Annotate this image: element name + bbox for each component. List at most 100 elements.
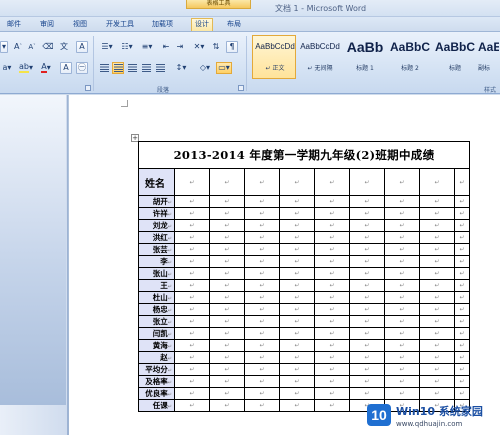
empty-cell[interactable]: ↵ [209, 207, 245, 220]
empty-cell[interactable]: ↵ [384, 315, 420, 328]
shading-icon[interactable]: ◇▾ [196, 62, 214, 74]
empty-cell[interactable]: ↵ [279, 207, 315, 220]
student-name-cell[interactable]: 李↵ [138, 255, 175, 268]
empty-cell[interactable]: ↵ [244, 399, 280, 412]
empty-cell[interactable]: ↵ [279, 327, 315, 340]
student-name-cell[interactable]: 及格率↵ [138, 375, 175, 388]
student-name-cell[interactable]: 黄海↵ [138, 339, 175, 352]
empty-cell[interactable]: ↵ [244, 339, 280, 352]
empty-cell[interactable]: ↵ [384, 255, 420, 268]
style-heading-2[interactable]: AaBbC 标题 2 [387, 35, 431, 79]
empty-cell[interactable]: ↵ [174, 363, 210, 376]
empty-cell[interactable]: ↵ [349, 255, 385, 268]
increase-indent-icon[interactable]: ⇥ [174, 41, 186, 53]
student-name-cell[interactable]: 许祥↵ [138, 207, 175, 220]
empty-cell[interactable]: ↵ [279, 219, 315, 232]
empty-cell[interactable]: ↵ [314, 207, 350, 220]
empty-cell[interactable]: ↵ [244, 255, 280, 268]
empty-cell[interactable]: ↵ [314, 267, 350, 280]
empty-cell[interactable]: ↵ [419, 195, 455, 208]
student-name-cell[interactable]: 张立↵ [138, 315, 175, 328]
empty-cell[interactable]: ↵ [209, 315, 245, 328]
empty-cell[interactable]: ↵ [454, 375, 470, 388]
empty-cell[interactable]: ↵ [279, 168, 315, 196]
empty-cell[interactable]: ↵ [454, 351, 470, 364]
empty-cell[interactable]: ↵ [419, 291, 455, 304]
empty-cell[interactable]: ↵ [314, 243, 350, 256]
phonetic-guide-icon[interactable]: 文 [58, 41, 70, 53]
empty-cell[interactable]: ↵ [384, 279, 420, 292]
empty-cell[interactable]: ↵ [314, 255, 350, 268]
empty-cell[interactable]: ↵ [244, 195, 280, 208]
empty-cell[interactable]: ↵ [454, 231, 470, 244]
empty-cell[interactable]: ↵ [314, 195, 350, 208]
empty-cell[interactable]: ↵ [349, 363, 385, 376]
empty-cell[interactable]: ↵ [279, 315, 315, 328]
highlight-color-icon[interactable]: ab ▾ [17, 62, 35, 74]
align-right-icon[interactable] [126, 62, 138, 74]
style-title[interactable]: AaBbC 标题 [432, 35, 476, 79]
empty-cell[interactable]: ↵ [454, 243, 470, 256]
empty-cell[interactable]: ↵ [244, 219, 280, 232]
empty-cell[interactable]: ↵ [349, 327, 385, 340]
empty-cell[interactable]: ↵ [454, 303, 470, 316]
empty-cell[interactable]: ↵ [384, 351, 420, 364]
empty-cell[interactable]: ↵ [209, 267, 245, 280]
empty-cell[interactable]: ↵ [174, 207, 210, 220]
empty-cell[interactable]: ↵ [209, 243, 245, 256]
empty-cell[interactable]: ↵ [279, 255, 315, 268]
line-spacing-icon[interactable]: ↕▾ [172, 62, 190, 74]
empty-cell[interactable]: ↵ [384, 168, 420, 196]
empty-cell[interactable]: ↵ [244, 231, 280, 244]
empty-cell[interactable]: ↵ [349, 195, 385, 208]
empty-cell[interactable]: ↵ [279, 387, 315, 400]
paragraph-dialog-launcher-icon[interactable] [238, 85, 244, 91]
empty-cell[interactable]: ↵ [244, 207, 280, 220]
empty-cell[interactable]: ↵ [349, 303, 385, 316]
empty-cell[interactable]: ↵ [349, 231, 385, 244]
empty-cell[interactable]: ↵ [419, 207, 455, 220]
empty-cell[interactable]: ↵ [349, 207, 385, 220]
empty-cell[interactable]: ↵ [174, 399, 210, 412]
student-name-cell[interactable]: 闫凯↵ [138, 327, 175, 340]
empty-cell[interactable]: ↵ [279, 351, 315, 364]
empty-cell[interactable]: ↵ [349, 315, 385, 328]
empty-cell[interactable]: ↵ [244, 363, 280, 376]
empty-cell[interactable]: ↵ [209, 339, 245, 352]
empty-cell[interactable]: ↵ [314, 231, 350, 244]
empty-cell[interactable]: ↵ [279, 195, 315, 208]
empty-cell[interactable]: ↵ [279, 231, 315, 244]
show-paragraph-marks-icon[interactable]: ¶ [226, 41, 238, 53]
student-name-cell[interactable]: 刘龙↵ [138, 219, 175, 232]
document-page[interactable]: + 2013-2014 年度第一学期九年级(2)班期中成绩 姓名 ↵ ↵ ↵ ↵ ↵ ↵ ↵… [69, 95, 500, 435]
empty-cell[interactable]: ↵ [454, 363, 470, 376]
multilevel-list-icon[interactable]: ≡▾ [138, 41, 156, 53]
empty-cell[interactable]: ↵ [384, 195, 420, 208]
empty-cell[interactable]: ↵ [384, 219, 420, 232]
empty-cell[interactable]: ↵ [244, 351, 280, 364]
empty-cell[interactable]: ↵ [419, 255, 455, 268]
empty-cell[interactable]: ↵ [244, 375, 280, 388]
tab-addins[interactable]: 加载项 [152, 19, 173, 29]
empty-cell[interactable]: ↵ [314, 339, 350, 352]
align-left-icon[interactable] [98, 62, 110, 74]
font-size-dropdown[interactable]: ▾ [0, 41, 8, 53]
empty-cell[interactable]: ↵ [314, 351, 350, 364]
empty-cell[interactable]: ↵ [209, 375, 245, 388]
empty-cell[interactable]: ↵ [419, 363, 455, 376]
justify-icon[interactable] [140, 62, 152, 74]
empty-cell[interactable]: ↵ [279, 243, 315, 256]
empty-cell[interactable]: ↵ [454, 195, 470, 208]
empty-cell[interactable]: ↵ [244, 243, 280, 256]
empty-cell[interactable]: ↵ [454, 267, 470, 280]
empty-cell[interactable]: ↵ [384, 231, 420, 244]
empty-cell[interactable]: ↵ [209, 279, 245, 292]
empty-cell[interactable]: ↵ [419, 303, 455, 316]
empty-cell[interactable]: ↵ [454, 219, 470, 232]
empty-cell[interactable]: ↵ [209, 219, 245, 232]
empty-cell[interactable]: ↵ [279, 267, 315, 280]
tab-table-design[interactable]: 设计 [191, 18, 213, 31]
empty-cell[interactable]: ↵ [419, 315, 455, 328]
empty-cell[interactable]: ↵ [314, 327, 350, 340]
empty-cell[interactable]: ↵ [174, 351, 210, 364]
